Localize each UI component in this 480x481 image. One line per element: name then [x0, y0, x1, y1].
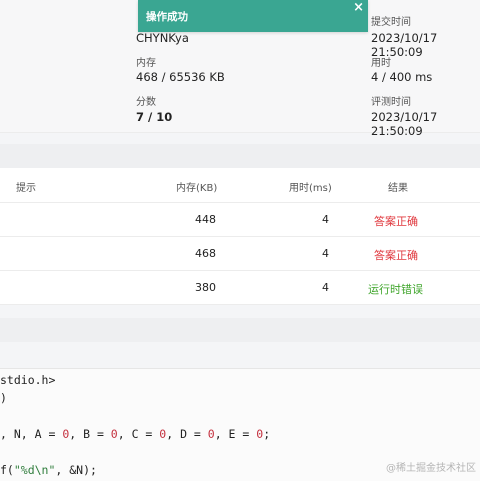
table-row[interactable]: 448 4 答案正确	[0, 202, 480, 237]
watermark: @稀土掘金技术社区	[386, 463, 476, 474]
table-row[interactable]: 468 4 答案正确	[0, 236, 480, 271]
row-memory: 448	[195, 213, 216, 226]
success-toast: 操作成功 ×	[138, 0, 368, 32]
judge-time-label: 评测时间	[371, 97, 411, 108]
row-time: 4	[322, 281, 329, 294]
testcase-table: 提示 内存(KB) 用时(ms) 结果 448 4 答案正确 468 4 答案正…	[0, 168, 480, 305]
row-result: 运行时错误	[368, 283, 423, 296]
memory-label: 内存	[136, 58, 156, 69]
header-time: 用时(ms)	[289, 183, 332, 194]
header-hint: 提示	[16, 183, 36, 194]
code-line: , N, A = 0, B = 0, C = 0, D = 0, E = 0;	[0, 427, 271, 441]
submit-time-label: 提交时间	[371, 17, 411, 28]
time-value: 4 / 400 ms	[371, 70, 433, 84]
row-time: 4	[322, 247, 329, 260]
row-memory: 380	[195, 281, 216, 294]
memory-value: 468 / 65536 KB	[136, 70, 225, 84]
table-header: 提示 内存(KB) 用时(ms) 结果	[0, 168, 480, 203]
code-line: stdio.h>	[0, 373, 56, 387]
code-line: )	[0, 391, 7, 405]
header-result: 结果	[388, 183, 408, 194]
row-result: 答案正确	[374, 215, 418, 228]
score-label: 分数	[136, 97, 156, 108]
toast-message: 操作成功	[146, 11, 188, 23]
section-divider	[0, 144, 480, 168]
table-row[interactable]: 380 4 运行时错误	[0, 270, 480, 305]
judge-time-value: 2023/10/17 21:50:09	[371, 110, 438, 138]
close-icon[interactable]: ×	[353, 0, 364, 15]
user-value[interactable]: CHYNKya	[136, 31, 189, 45]
code-line: f("%d\n", &N);	[0, 463, 97, 477]
section-divider	[0, 318, 480, 342]
time-label: 用时	[371, 58, 391, 69]
row-result: 答案正确	[374, 249, 418, 262]
score-value: 7 / 10	[136, 110, 173, 124]
header-memory: 内存(KB)	[176, 183, 218, 194]
row-time: 4	[322, 213, 329, 226]
row-memory: 468	[195, 247, 216, 260]
